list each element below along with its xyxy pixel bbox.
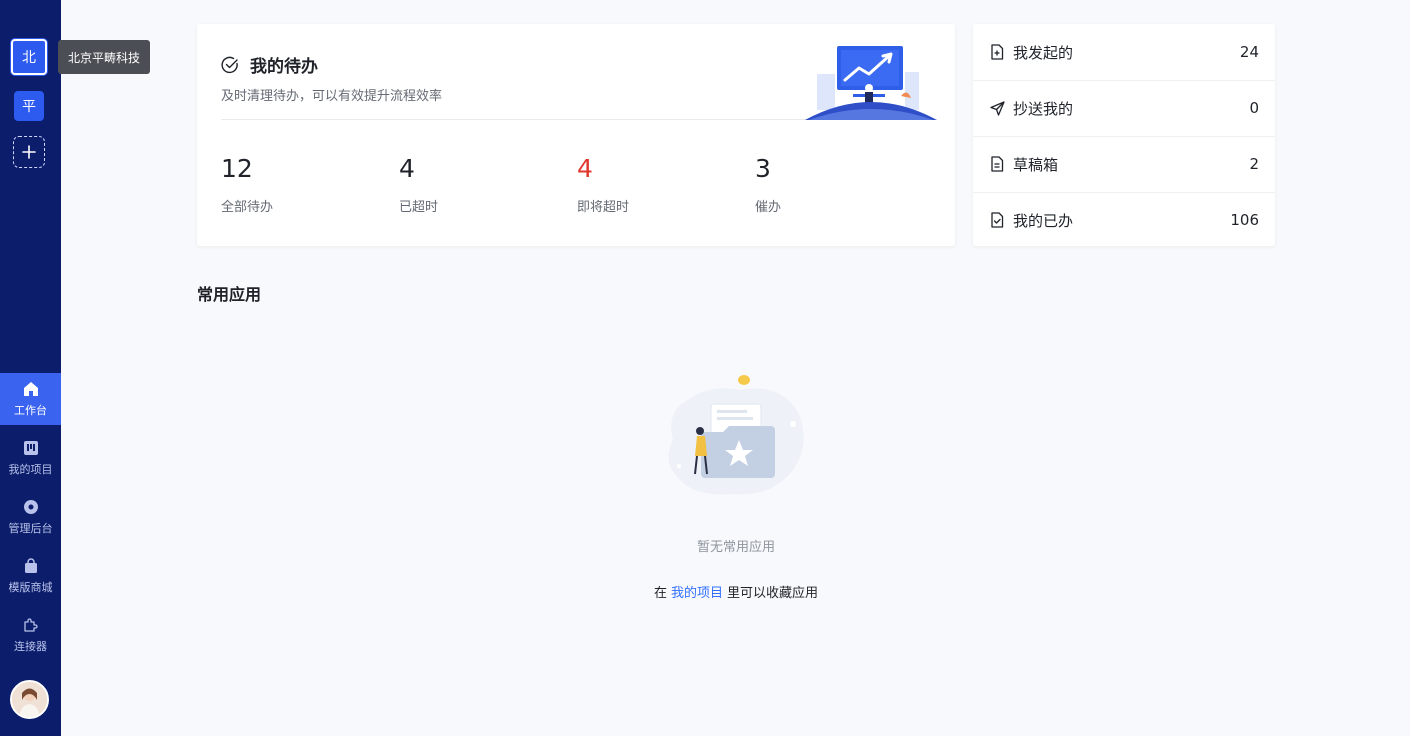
org-switch-ping[interactable]: 平 [14,91,44,121]
stat-value: 12 [221,154,253,183]
document-check-icon [989,212,1005,228]
hint-suffix: 里可以收藏应用 [727,586,819,601]
empty-folder-illustration [668,375,804,495]
check-circle-icon [221,56,238,73]
summary-count: 2 [1249,155,1259,173]
shopping-bag-icon [22,557,40,575]
summary-label: 我的已办 [1013,211,1074,230]
project-board-icon [22,439,40,457]
org-switch-beijing[interactable]: 北 [11,39,47,75]
stat-value: 4 [577,154,593,183]
common-apps-title: 常用应用 [197,285,262,304]
nav-label: 管理后台 [8,522,53,535]
document-add-icon [989,44,1005,60]
nav-item-connectors[interactable]: 连接器 [0,609,61,661]
my-todo-card: 我的待办 及时清理待办，可以有效提升流程效率 12 全部待办 4 已超时 4 即… [197,24,955,246]
todo-title: 我的待办 [250,57,318,77]
stat-value: 4 [399,154,415,183]
summary-row-cc[interactable]: 抄送我的 0 [973,80,1275,136]
stat-all-todo[interactable]: 12 全部待办 [221,154,273,215]
process-summary-card: 我发起的 24 抄送我的 0 草稿箱 2 我的已办 106 [973,24,1275,246]
nav-item-my-projects[interactable]: 我的项目 [0,432,61,484]
avatar-photo [12,682,47,717]
summary-row-drafts[interactable]: 草稿箱 2 [973,136,1275,192]
summary-row-initiated[interactable]: 我发起的 24 [973,24,1275,80]
stat-label: 全部待办 [221,200,274,215]
stat-overdue[interactable]: 4 已超时 [399,154,438,215]
user-avatar[interactable] [10,680,49,719]
org-initial: 平 [22,99,36,115]
nav-item-workbench[interactable]: 工作台 [0,373,61,425]
summary-label: 抄送我的 [1013,99,1074,118]
empty-state-hint: 在我的项目 里可以收藏应用 [0,582,1410,601]
plus-icon [22,145,36,159]
summary-row-done[interactable]: 我的已办 106 [973,192,1275,248]
divider [221,119,821,120]
summary-count: 24 [1239,43,1259,61]
stat-value: 3 [755,154,771,183]
summary-label: 草稿箱 [1013,155,1059,174]
nav-label: 连接器 [14,640,47,653]
nav-label: 我的项目 [8,463,53,476]
org-initial: 北 [22,50,36,66]
summary-count: 0 [1249,99,1259,117]
my-projects-link[interactable]: 我的项目 [671,586,723,601]
growth-chart-illustration [805,46,937,120]
hint-prefix: 在 [653,586,667,601]
stat-label: 催办 [755,200,782,215]
org-tooltip: 北京平畴科技 [58,40,151,74]
home-icon [22,380,40,398]
todo-subtitle: 及时清理待办，可以有效提升流程效率 [221,89,443,104]
nav-label: 工作台 [14,404,47,417]
document-draft-icon [989,156,1005,172]
summary-label: 我发起的 [1013,43,1074,62]
empty-state-text: 暂无常用应用 [696,540,775,555]
stat-due-soon[interactable]: 4 即将超时 [577,154,629,215]
stat-label: 已超时 [399,200,439,215]
sidebar: 北 平 工作台 我的项目 管理后台 模版商城 连接器 [0,0,61,736]
todo-header: 我的待办 [220,52,318,77]
admin-gear-icon [22,498,40,516]
puzzle-plugin-icon [22,616,40,634]
stat-urged[interactable]: 3 催办 [755,154,781,215]
send-arrow-icon [989,100,1005,116]
add-org-button[interactable] [13,136,45,168]
summary-count: 106 [1230,211,1259,229]
stat-label: 即将超时 [577,200,630,215]
